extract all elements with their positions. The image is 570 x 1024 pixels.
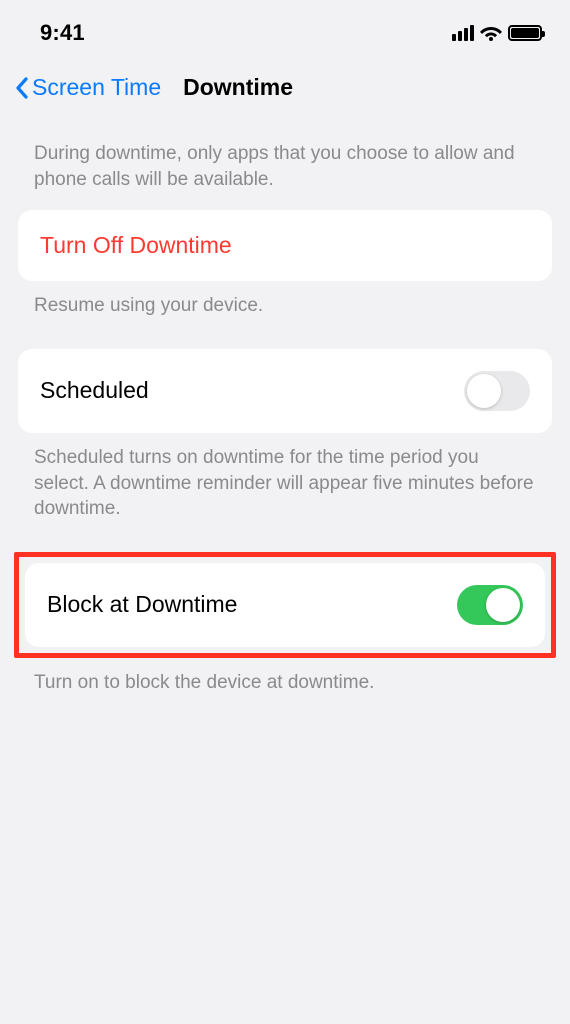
status-time: 9:41: [40, 20, 85, 46]
scheduled-label: Scheduled: [40, 377, 149, 404]
block-at-downtime-row: Block at Downtime: [25, 563, 545, 647]
nav-header: Screen Time Downtime: [0, 56, 570, 111]
back-label: Screen Time: [32, 74, 161, 101]
turn-off-downtime-button[interactable]: Turn Off Downtime: [18, 210, 552, 281]
chevron-left-icon: [14, 76, 30, 100]
turn-off-downtime-label: Turn Off Downtime: [40, 232, 232, 259]
block-at-downtime-label: Block at Downtime: [47, 591, 237, 618]
scheduled-toggle[interactable]: [464, 371, 530, 411]
block-at-downtime-toggle[interactable]: [457, 585, 523, 625]
cellular-signal-icon: [452, 25, 474, 41]
block-at-downtime-footer: Turn on to block the device at downtime.: [18, 658, 552, 726]
turn-off-footer: Resume using your device.: [18, 281, 552, 349]
scheduled-footer: Scheduled turns on downtime for the time…: [18, 433, 552, 552]
status-bar: 9:41: [0, 0, 570, 56]
battery-icon: [508, 25, 542, 41]
status-indicators: [452, 25, 542, 41]
intro-description: During downtime, only apps that you choo…: [18, 111, 552, 210]
page-title: Downtime: [183, 74, 293, 101]
block-at-downtime-highlight: Block at Downtime: [14, 552, 556, 658]
wifi-icon: [480, 25, 502, 41]
scheduled-row: Scheduled: [18, 349, 552, 433]
content: During downtime, only apps that you choo…: [0, 111, 570, 725]
back-button[interactable]: Screen Time: [14, 74, 161, 101]
